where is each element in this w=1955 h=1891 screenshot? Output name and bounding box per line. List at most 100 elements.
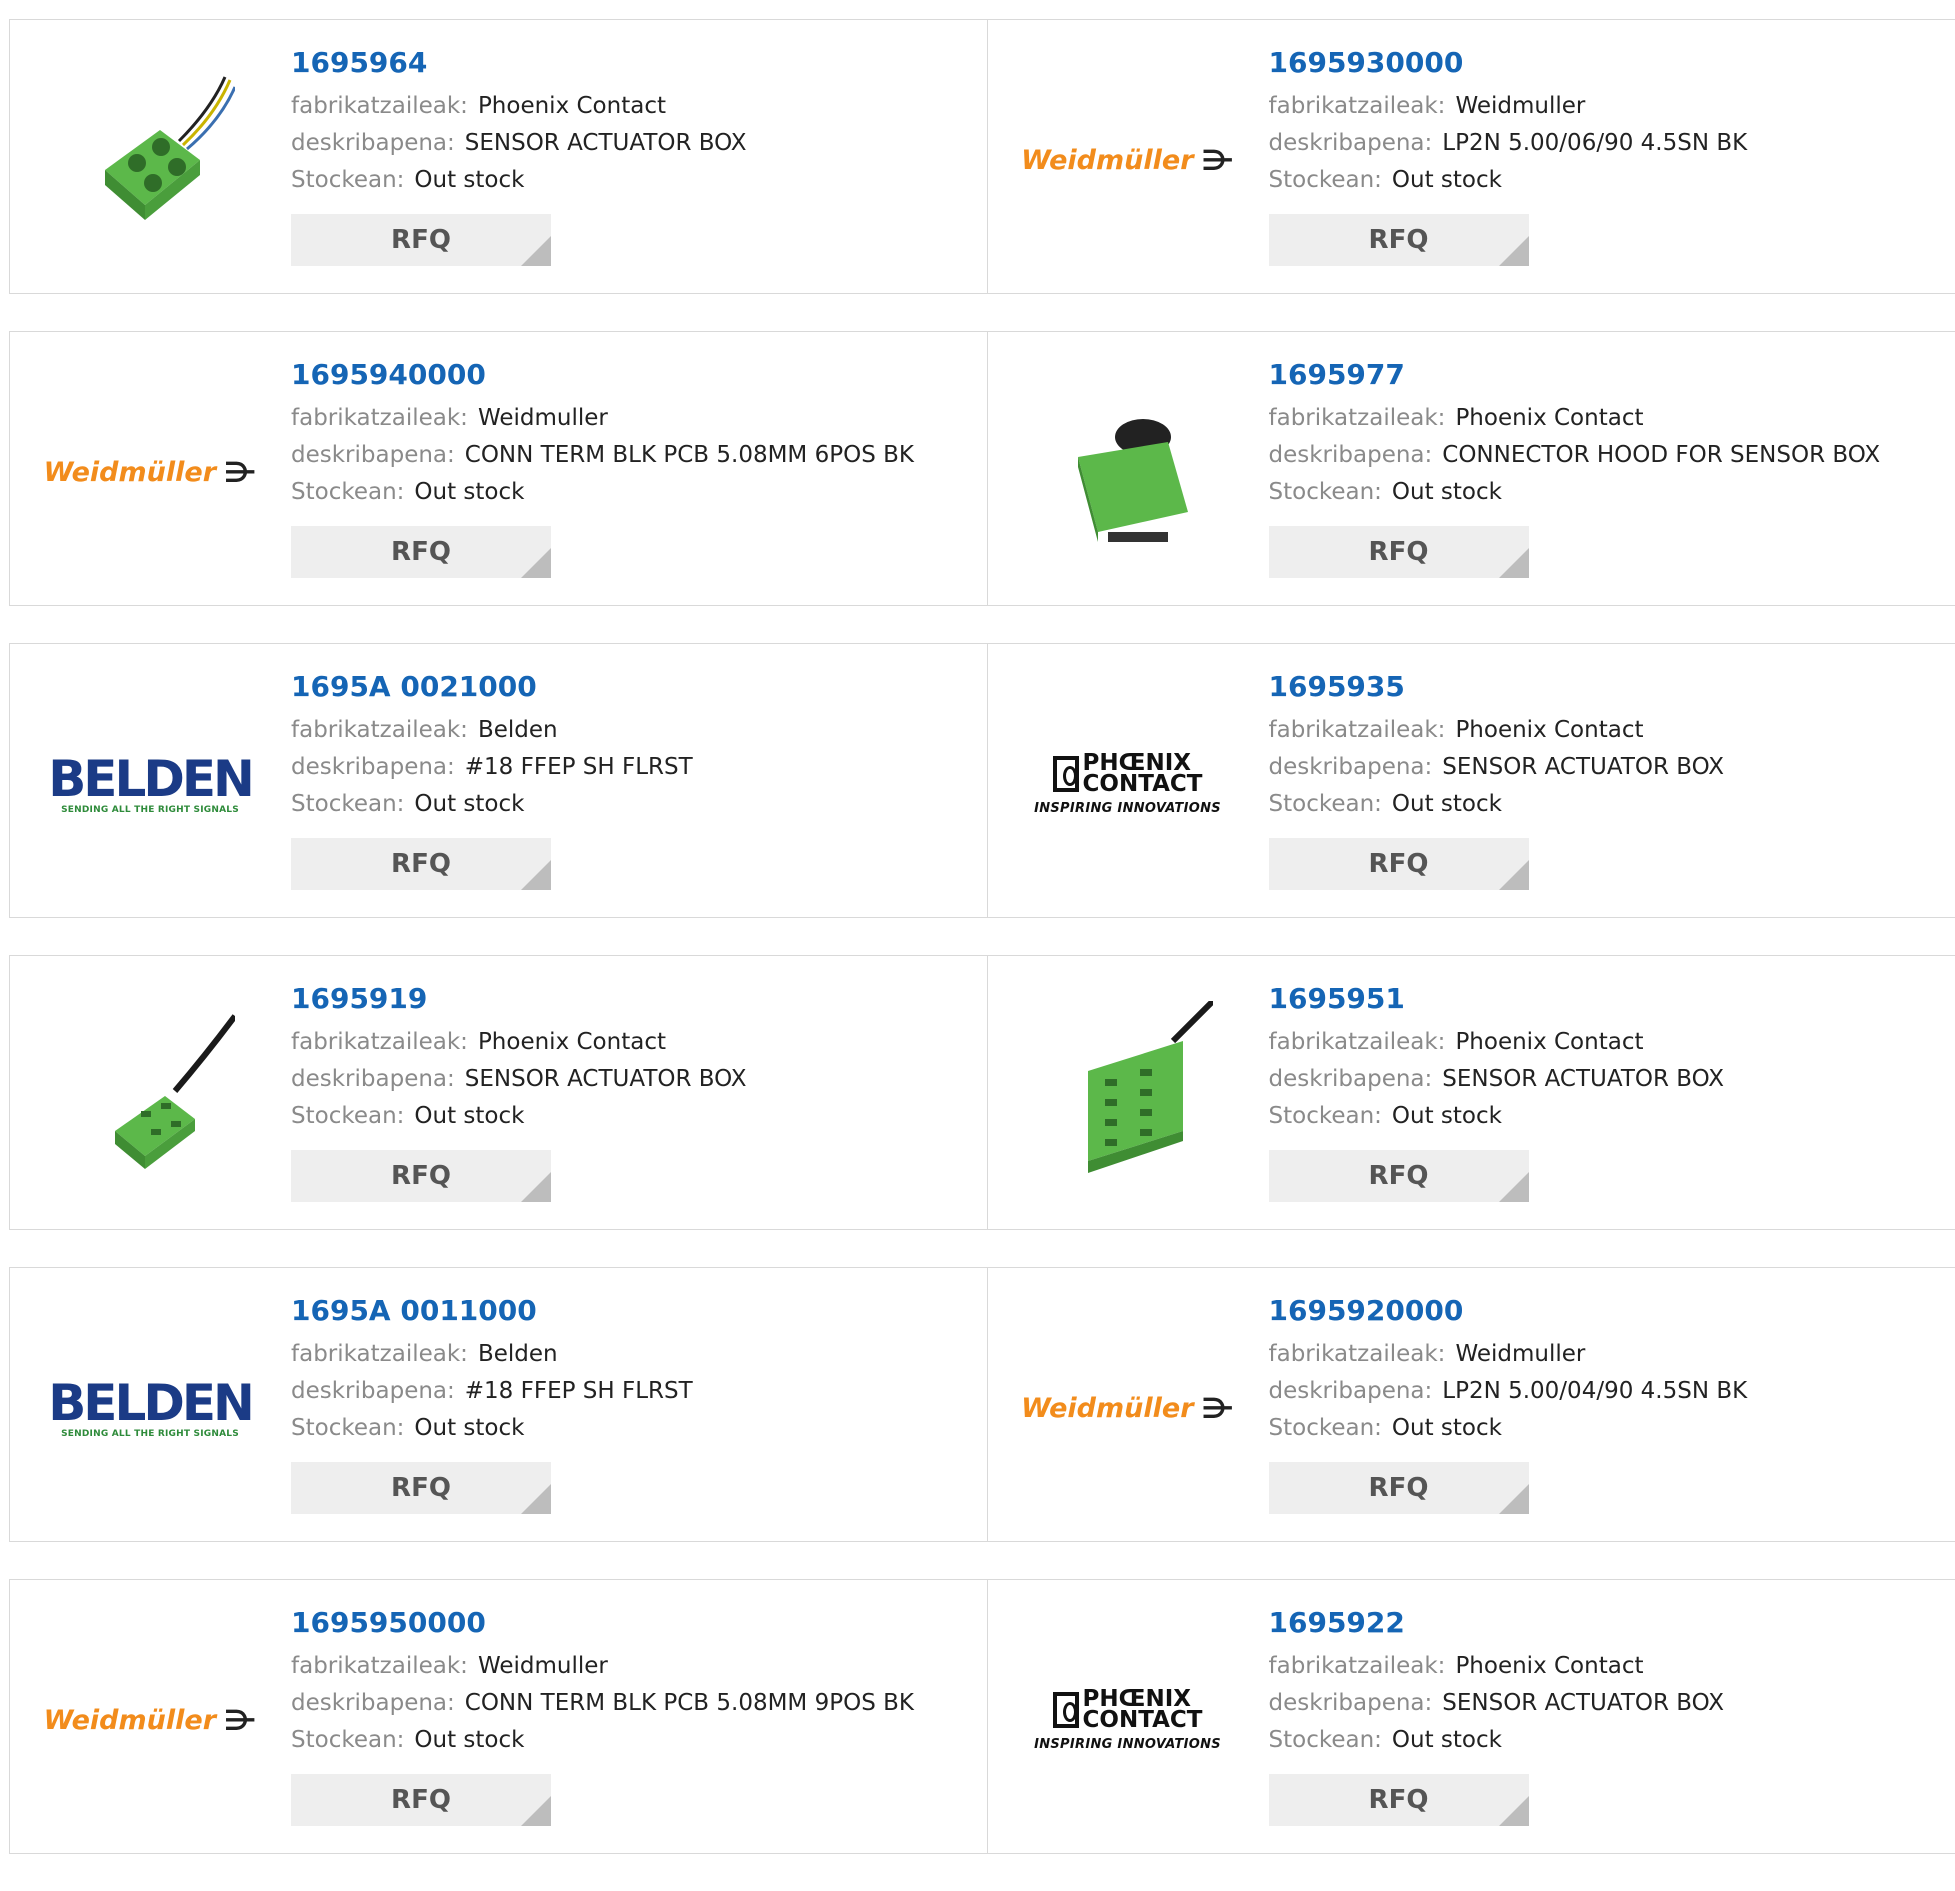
part-number-link[interactable]: 1695977 [1269, 358, 1881, 400]
product-grid: 1695964 fabrikatzaileak:Phoenix Contact … [9, 19, 1955, 1891]
stock-value: Out stock [1392, 1415, 1502, 1441]
description-line: deskribapena:SENSOR ACTUATOR BOX [1269, 1685, 1725, 1722]
stock-value: Out stock [1392, 1103, 1502, 1129]
product-card: PHŒNIXCONTACTINSPIRING INNOVATIONS 16959… [988, 643, 1955, 918]
rfq-button[interactable]: RFQ [291, 1462, 551, 1514]
description-line: deskribapena:SENSOR ACTUATOR BOX [291, 125, 747, 162]
description-value: LP2N 5.00/06/90 4.5SN BK [1442, 130, 1747, 156]
part-number-link[interactable]: 1695A 0021000 [291, 670, 693, 712]
stock-value: Out stock [414, 1103, 524, 1129]
rfq-button[interactable]: RFQ [1269, 1774, 1529, 1826]
manufacturer-line: fabrikatzaileak:Phoenix Contact [1269, 712, 1725, 749]
description-value: CONN TERM BLK PCB 5.08MM 9POS BK [465, 1690, 914, 1716]
description-value: #18 FFEP SH FLRST [465, 754, 693, 780]
rfq-label: RFQ [1369, 1473, 1429, 1503]
product-card: 1695977 fabrikatzaileak:Phoenix Contact … [988, 331, 1955, 606]
manufacturer-value: Weidmuller [1455, 93, 1585, 119]
rfq-button[interactable]: RFQ [291, 214, 551, 266]
weidmuller-logo: Weidmüller⋺ [44, 1704, 257, 1737]
description-label: deskribapena: [291, 1378, 455, 1404]
product-image[interactable] [50, 996, 250, 1196]
stock-value: Out stock [1392, 1727, 1502, 1753]
weidmuller-logo: Weidmüller⋺ [1021, 1392, 1234, 1425]
product-info: 1695935 fabrikatzaileak:Phoenix Contact … [1269, 670, 1725, 890]
rfq-button[interactable]: RFQ [1269, 838, 1529, 890]
part-number-link[interactable]: 1695920000 [1269, 1294, 1748, 1336]
corner-triangle-icon [521, 860, 551, 890]
stock-label: Stockean: [1269, 167, 1382, 193]
part-number-link[interactable]: 1695919 [291, 982, 747, 1024]
product-image[interactable]: Weidmüller⋺ [50, 1620, 250, 1820]
stock-value: Out stock [1392, 479, 1502, 505]
product-card: 1695951 fabrikatzaileak:Phoenix Contact … [988, 955, 1955, 1230]
stock-label: Stockean: [291, 1103, 404, 1129]
product-image[interactable]: BELDENSENDING ALL THE RIGHT SIGNALS [50, 1308, 250, 1508]
part-number-link[interactable]: 1695940000 [291, 358, 914, 400]
manufacturer-line: fabrikatzaileak:Belden [291, 1336, 693, 1373]
weidmuller-logo: Weidmüller⋺ [1021, 144, 1234, 177]
product-image[interactable]: BELDENSENDING ALL THE RIGHT SIGNALS [50, 684, 250, 884]
manufacturer-label: fabrikatzaileak: [1269, 93, 1446, 119]
product-image[interactable]: Weidmüller⋺ [1028, 1308, 1228, 1508]
product-image[interactable]: Weidmüller⋺ [50, 372, 250, 572]
stock-label: Stockean: [1269, 1415, 1382, 1441]
product-row: 1695964 fabrikatzaileak:Phoenix Contact … [9, 19, 1955, 294]
stock-value: Out stock [414, 791, 524, 817]
description-value: SENSOR ACTUATOR BOX [1442, 1066, 1724, 1092]
rfq-button[interactable]: RFQ [291, 838, 551, 890]
rfq-button[interactable]: RFQ [291, 1774, 551, 1826]
product-card: BELDENSENDING ALL THE RIGHT SIGNALS 1695… [9, 643, 988, 918]
description-value: LP2N 5.00/04/90 4.5SN BK [1442, 1378, 1747, 1404]
stock-line: Stockean:Out stock [291, 474, 914, 511]
corner-triangle-icon [1499, 1484, 1529, 1514]
product-card: Weidmüller⋺ 1695930000 fabrikatzaileak: W… [988, 19, 1955, 294]
part-number-link[interactable]: 1695964 [291, 46, 747, 88]
rfq-label: RFQ [1369, 1161, 1429, 1191]
part-number-link[interactable]: 1695A 0011000 [291, 1294, 693, 1336]
product-image[interactable]: PHŒNIXCONTACTINSPIRING INNOVATIONS [1028, 684, 1228, 884]
product-row: Weidmüller⋺ 1695950000 fabrikatzaileak: W… [9, 1579, 1955, 1854]
product-card: 1695964 fabrikatzaileak:Phoenix Contact … [9, 19, 988, 294]
product-image[interactable]: PHŒNIXCONTACTINSPIRING INNOVATIONS [1028, 1620, 1228, 1820]
manufacturer-label: fabrikatzaileak: [291, 1653, 468, 1679]
weidmuller-logo: Weidmüller⋺ [44, 456, 257, 489]
manufacturer-value: Phoenix Contact [1455, 717, 1643, 743]
product-image[interactable] [1028, 372, 1228, 572]
product-image[interactable] [50, 60, 250, 260]
rfq-button[interactable]: RFQ [291, 526, 551, 578]
description-line: deskribapena:CONN TERM BLK PCB 5.08MM 9P… [291, 1685, 914, 1722]
manufacturer-label: fabrikatzaileak: [1269, 1653, 1446, 1679]
stock-line: Stockean: Out stock [291, 1098, 747, 1135]
description-label: deskribapena: [1269, 1690, 1433, 1716]
stock-value: Out stock [1392, 167, 1502, 193]
part-number-link[interactable]: 1695922 [1269, 1606, 1725, 1648]
rfq-label: RFQ [391, 225, 451, 255]
rfq-button[interactable]: RFQ [1269, 214, 1529, 266]
rfq-label: RFQ [391, 849, 451, 879]
product-image[interactable]: Weidmüller⋺ [1028, 60, 1228, 260]
part-number-link[interactable]: 1695951 [1269, 982, 1725, 1024]
stock-value: Out stock [414, 167, 524, 193]
stock-line: Stockean:Out stock [1269, 1722, 1725, 1759]
stock-line: Stockean:Out stock [1269, 474, 1881, 511]
rfq-button[interactable]: RFQ [1269, 1462, 1529, 1514]
part-number-link[interactable]: 1695935 [1269, 670, 1725, 712]
rfq-button[interactable]: RFQ [291, 1150, 551, 1202]
product-card: Weidmüller⋺ 1695940000 fabrikatzaileak:W… [9, 331, 988, 606]
product-image[interactable] [1028, 996, 1228, 1196]
description-label: deskribapena: [1269, 1378, 1433, 1404]
part-number-link[interactable]: 1695930000 [1269, 46, 1748, 88]
description-value: SENSOR ACTUATOR BOX [465, 1066, 747, 1092]
description-line: deskribapena:#18 FFEP SH FLRST [291, 749, 693, 786]
stock-line: Stockean:Out stock [291, 1722, 914, 1759]
rfq-button[interactable]: RFQ [1269, 526, 1529, 578]
product-info: 1695930000 fabrikatzaileak:Weidmuller de… [1269, 46, 1748, 266]
part-number-link[interactable]: 1695950000 [291, 1606, 914, 1648]
manufacturer-label: fabrikatzaileak: [1269, 405, 1446, 431]
description-line: deskribapena:CONN TERM BLK PCB 5.08MM 6P… [291, 437, 914, 474]
product-info: 1695922 fabrikatzaileak:Phoenix Contact … [1269, 1606, 1725, 1826]
product-row: 1695919 fabrikatzaileak:Phoenix Contact … [9, 955, 1955, 1230]
manufacturer-value: Phoenix Contact [1455, 1029, 1643, 1055]
rfq-button[interactable]: RFQ [1269, 1150, 1529, 1202]
manufacturer-line: fabrikatzaileak: Weidmuller [1269, 88, 1748, 125]
